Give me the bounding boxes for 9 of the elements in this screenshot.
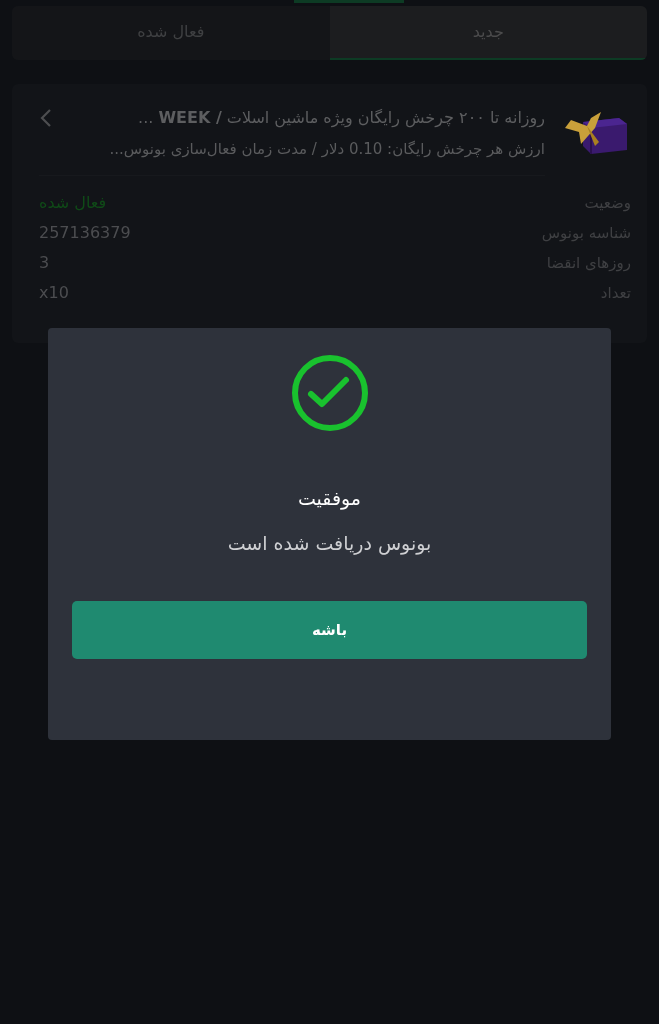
- ok-button[interactable]: باشه: [72, 601, 587, 659]
- dialog-title: موفقیت: [296, 486, 363, 512]
- detail-value: 257136379: [39, 221, 131, 244]
- bonus-description: ارزش هر چرخش رایگان: 0.10 دلار / مدت زمان فعال‌سازی بونوس...: [108, 139, 545, 160]
- detail-value: 3: [39, 251, 50, 274]
- dialog-message: بونوس دریافت شده است: [226, 530, 433, 557]
- success-check-icon: [290, 354, 369, 432]
- detail-value: x10: [39, 281, 69, 304]
- chevron-icon[interactable]: [39, 107, 53, 129]
